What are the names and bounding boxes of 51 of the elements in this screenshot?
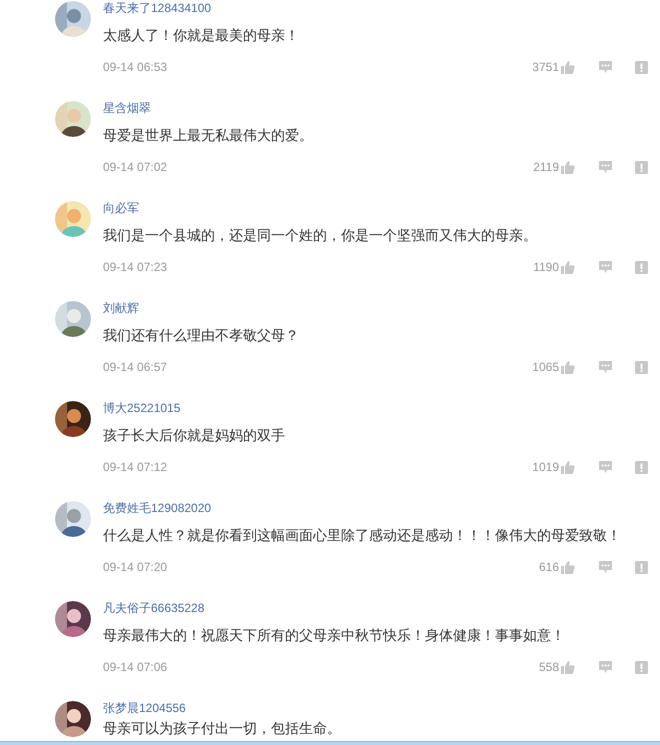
comment-text: 孩子长大后你就是妈妈的双手 bbox=[103, 426, 285, 444]
like-count: 3751 bbox=[532, 59, 559, 76]
like-count: 1190 bbox=[533, 259, 559, 276]
username[interactable]: 张梦晨1204556 bbox=[103, 700, 186, 716]
comment-time: 09-14 07:02 bbox=[103, 159, 168, 176]
username[interactable]: 向必军 bbox=[103, 200, 139, 216]
report-icon[interactable] bbox=[635, 560, 648, 574]
report-icon[interactable] bbox=[635, 460, 648, 474]
report-icon[interactable] bbox=[635, 260, 648, 274]
comment-icon[interactable] bbox=[598, 260, 613, 274]
thumbs-up-icon[interactable] bbox=[561, 460, 575, 474]
thumbs-up-icon[interactable] bbox=[561, 660, 575, 674]
comment-text: 我们是一个县城的，还是同一个姓的，你是一个坚强而又伟大的母亲。 bbox=[103, 226, 537, 244]
username[interactable]: 凡夫俗子66635228 bbox=[103, 600, 204, 616]
report-icon[interactable] bbox=[635, 360, 648, 374]
thumbs-up-icon[interactable] bbox=[561, 560, 575, 574]
like-count: 1065 bbox=[532, 359, 559, 376]
comment-time: 09-14 07:06 bbox=[103, 659, 168, 676]
like-count: 616 bbox=[538, 559, 559, 576]
comment-text: 太感人了！你就是最美的母亲！ bbox=[103, 26, 299, 44]
report-icon[interactable] bbox=[635, 160, 648, 174]
comment-time: 09-14 07:23 bbox=[103, 259, 168, 276]
username[interactable]: 博大25221015 bbox=[103, 400, 180, 416]
comment-icon[interactable] bbox=[598, 160, 613, 174]
thumbs-up-icon[interactable] bbox=[561, 160, 575, 174]
comment-icon[interactable] bbox=[598, 60, 613, 74]
comment-icon[interactable] bbox=[598, 660, 613, 674]
comment-time: 09-14 07:12 bbox=[103, 459, 168, 476]
like-count: 1019 bbox=[532, 459, 559, 476]
username[interactable]: 刘献辉 bbox=[103, 300, 139, 316]
username[interactable]: 星含烟翠 bbox=[103, 100, 151, 116]
like-count: 558 bbox=[538, 659, 559, 676]
comment-icon[interactable] bbox=[598, 360, 613, 374]
comment-text: 母爱是世界上最无私最伟大的爱。 bbox=[103, 126, 313, 144]
report-icon[interactable] bbox=[635, 660, 648, 674]
thumbs-up-icon[interactable] bbox=[561, 60, 575, 74]
comment-icon[interactable] bbox=[598, 460, 613, 474]
comment-text: 什么是人性？就是你看到这幅画面心里除了感动还是感动！！！像伟大的母爱致敬！ bbox=[103, 526, 621, 544]
username[interactable]: 免费姓毛129082020 bbox=[103, 500, 212, 516]
thumbs-up-icon[interactable] bbox=[561, 360, 575, 374]
comment-text: 母亲最伟大的！祝愿天下所有的父母亲中秋节快乐！身体健康！事事如意！ bbox=[103, 626, 565, 644]
comment-time: 09-14 06:57 bbox=[103, 359, 168, 376]
like-count: 2119 bbox=[533, 159, 559, 176]
username[interactable]: 春天来了128434100 bbox=[103, 0, 212, 16]
comment-time: 09-14 07:20 bbox=[103, 559, 168, 576]
comment-time: 09-14 06:53 bbox=[103, 59, 168, 76]
comment-text: 我们还有什么理由不孝敬父母？ bbox=[103, 326, 299, 344]
thumbs-up-icon[interactable] bbox=[561, 260, 575, 274]
comment-text: 母亲可以为孩子付出一切，包括生命。 bbox=[103, 719, 341, 737]
report-icon[interactable] bbox=[635, 60, 648, 74]
comment-icon[interactable] bbox=[598, 560, 613, 574]
